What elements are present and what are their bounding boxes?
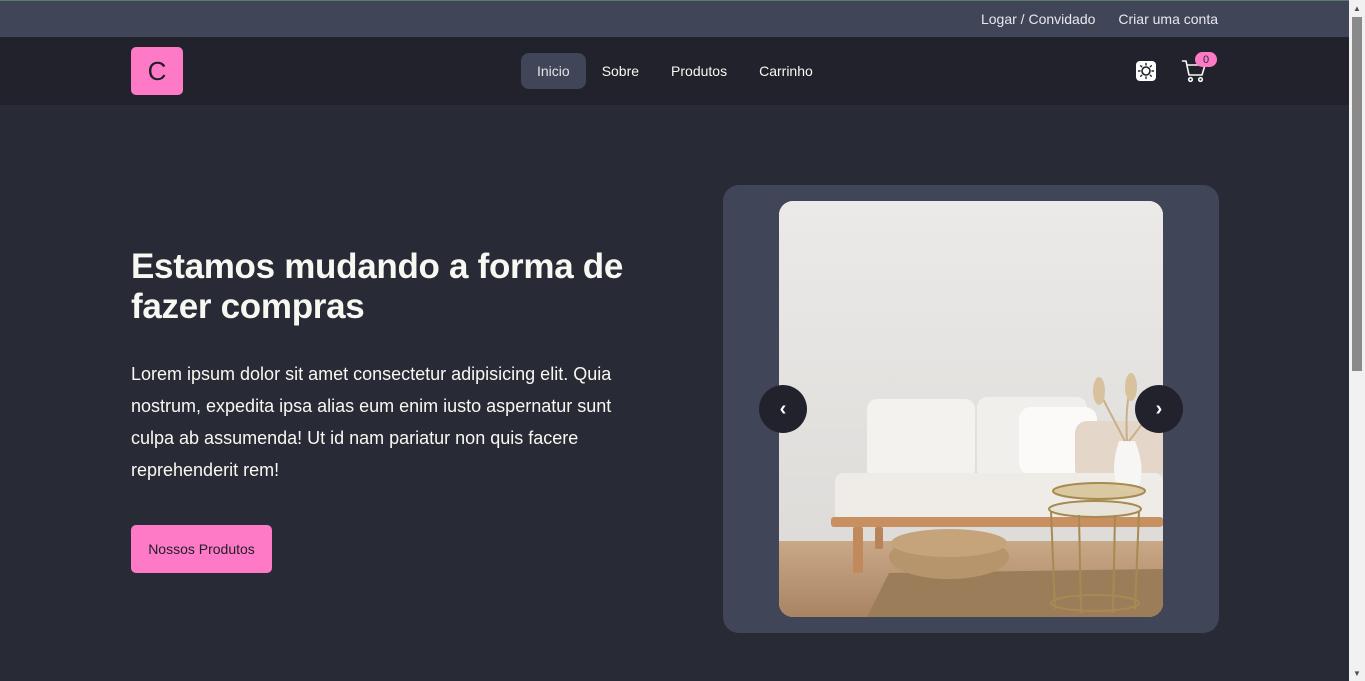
carousel-slide-image <box>779 201 1163 617</box>
nav-menu: Inicio Sobre Produtos Carrinho <box>521 53 829 89</box>
sun-icon[interactable] <box>1135 60 1157 82</box>
navbar: C Inicio Sobre Produtos Carrinho 0 <box>0 37 1349 105</box>
page-scrollbar[interactable]: ▲ ▼ <box>1349 0 1365 681</box>
image-carousel: ‹ › <box>723 185 1219 633</box>
signup-link[interactable]: Criar uma conta <box>1118 11 1218 27</box>
topbar: Logar / Convidado Criar uma conta <box>0 0 1349 37</box>
nav-item-inicio[interactable]: Inicio <box>521 53 586 89</box>
scrollbar-thumb[interactable] <box>1352 17 1362 371</box>
carousel-prev-button[interactable]: ‹ <box>759 385 807 433</box>
topbar-links: Logar / Convidado Criar uma conta <box>981 11 1218 27</box>
hero-title: Estamos mudando a forma de fazer compras <box>131 247 624 326</box>
login-link[interactable]: Logar / Convidado <box>981 11 1095 27</box>
hero-text: Lorem ipsum dolor sit amet consectetur a… <box>131 364 612 480</box>
cart-count-badge: 0 <box>1195 52 1217 67</box>
scroll-up-icon[interactable]: ▲ <box>1349 0 1365 16</box>
carousel-next-button[interactable]: › <box>1135 385 1183 433</box>
scroll-down-icon[interactable]: ▼ <box>1349 665 1365 681</box>
nav-item-carrinho[interactable]: Carrinho <box>743 53 829 89</box>
nav-item-produtos[interactable]: Produtos <box>655 53 743 89</box>
our-products-button[interactable]: Nossos Produtos <box>131 525 272 573</box>
nav-item-sobre[interactable]: Sobre <box>586 53 655 89</box>
logo[interactable]: C <box>131 47 183 95</box>
